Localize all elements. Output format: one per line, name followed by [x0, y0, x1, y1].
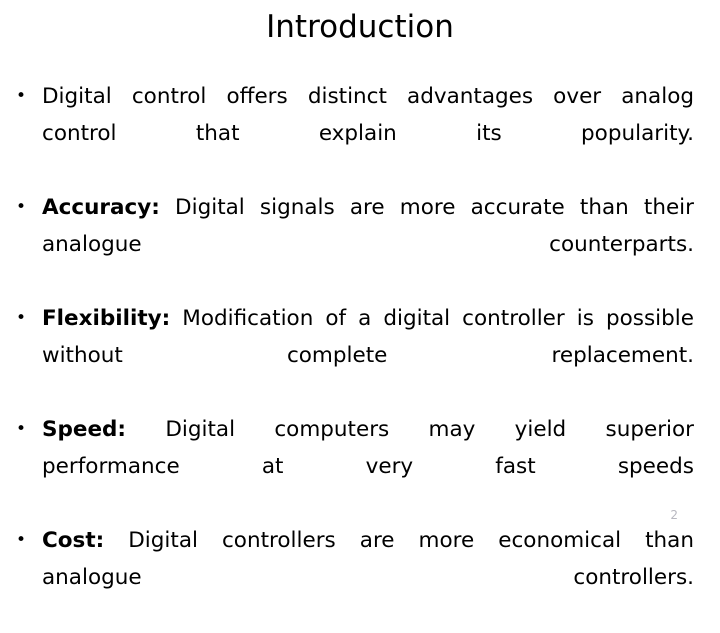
bullet-paragraph: Digital control offers distinct advantag…	[42, 78, 694, 189]
bullet-text: Digital computers may yield superior per…	[42, 417, 694, 479]
list-item: • Digital control offers distinct advant…	[12, 78, 694, 189]
bullet-point-icon: •	[16, 86, 27, 106]
bullet-paragraph: Cost: Digital controllers are more econo…	[42, 522, 694, 633]
bullet-point-icon: •	[16, 530, 27, 550]
bullet-text: Digital control offers distinct advantag…	[42, 84, 694, 146]
list-item: • Accuracy: Digital signals are more acc…	[12, 189, 694, 300]
bullet-lead-label: Cost:	[42, 528, 105, 553]
bullet-lead-label: Speed:	[42, 417, 127, 442]
page-title: Introduction	[266, 9, 454, 45]
bullet-paragraph: Speed: Digital computers may yield super…	[42, 411, 694, 522]
bullet-point-icon: •	[16, 419, 27, 439]
bullet-point-icon: •	[16, 308, 27, 328]
bullet-list: • Digital control offers distinct advant…	[12, 78, 694, 633]
page-number: 2	[670, 508, 678, 522]
list-item: • Flexibility: Modification of a digital…	[12, 300, 694, 411]
slide-body: • Digital control offers distinct advant…	[12, 78, 694, 633]
presentation-slide: Introduction • Digital control offers di…	[0, 0, 720, 590]
bullet-text: Digital controllers are more economical …	[42, 528, 694, 590]
list-item: • Cost: Digital controllers are more eco…	[12, 522, 694, 633]
list-item: • Speed: Digital computers may yield sup…	[12, 411, 694, 522]
bullet-lead-label: Accuracy:	[42, 195, 160, 220]
bullet-paragraph: Accuracy: Digital signals are more accur…	[42, 189, 694, 300]
bullet-point-icon: •	[16, 197, 27, 217]
bullet-paragraph: Flexibility: Modification of a digital c…	[42, 300, 694, 411]
bullet-lead-label: Flexibility:	[42, 306, 171, 331]
